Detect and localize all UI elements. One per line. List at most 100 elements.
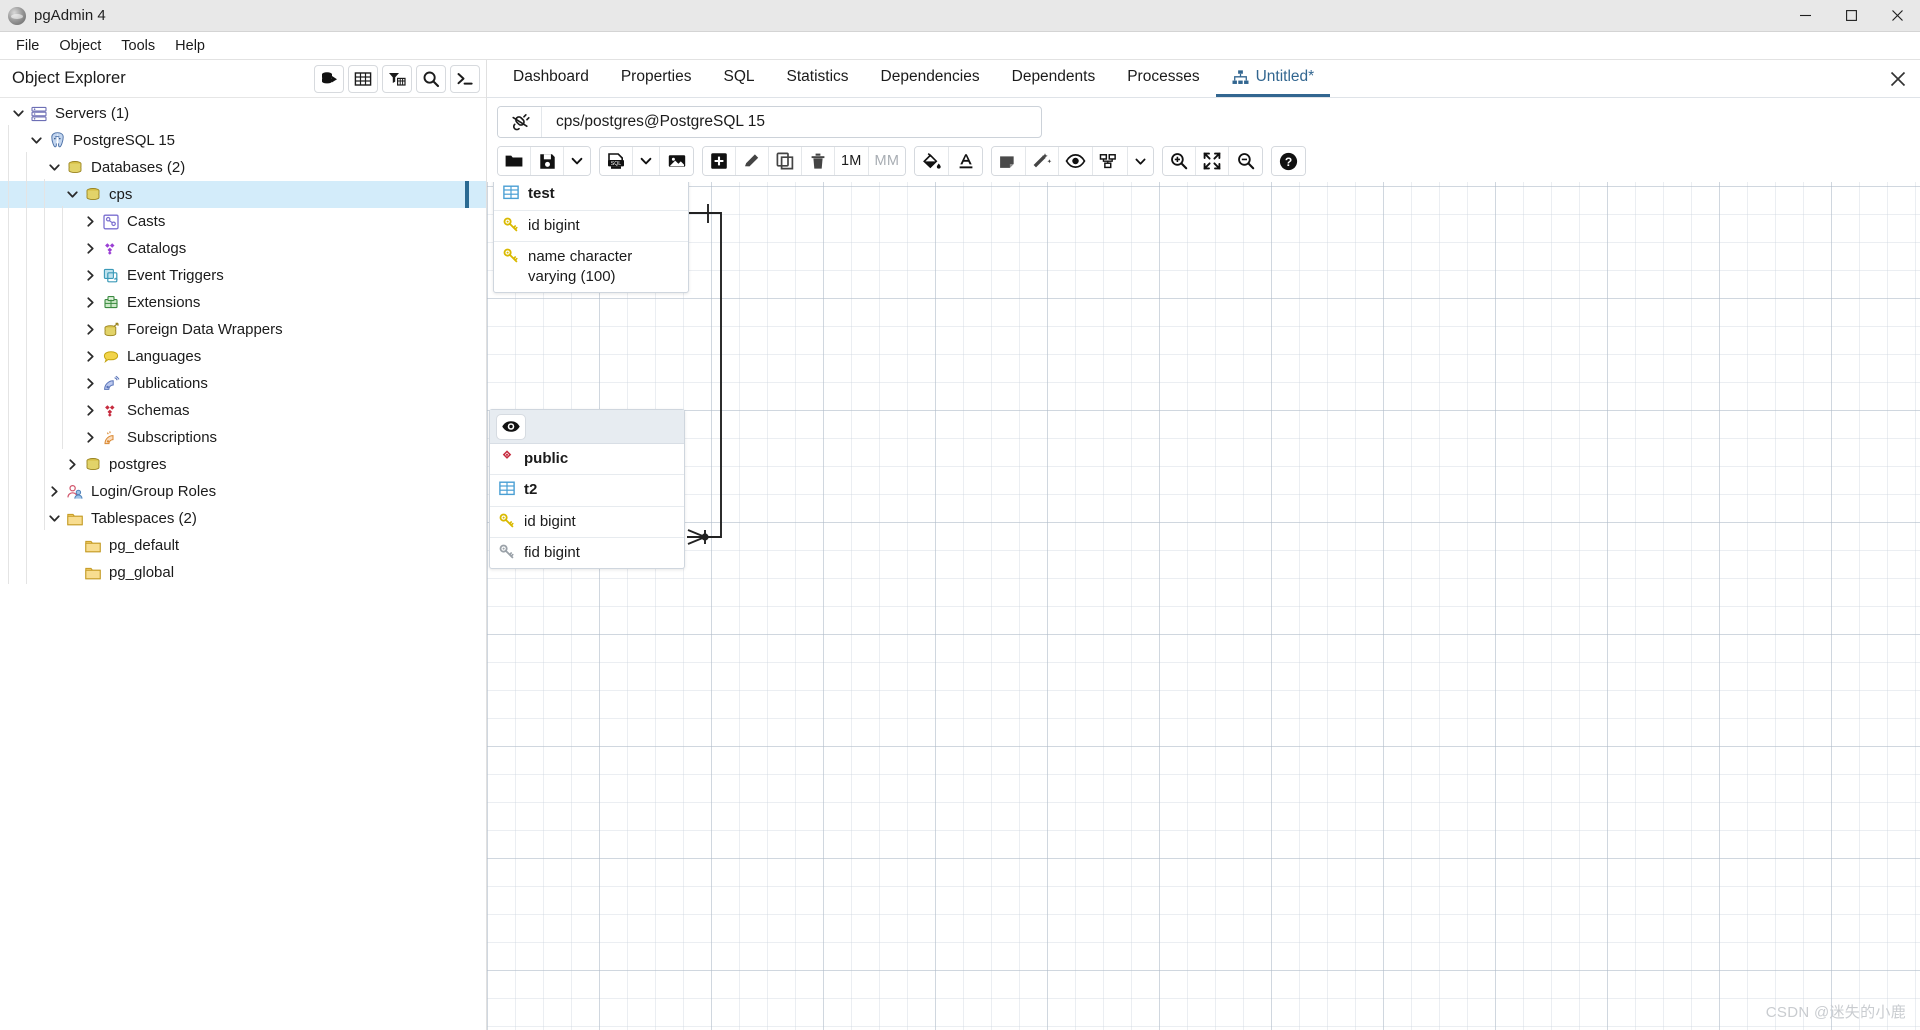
chevron-down-icon[interactable] xyxy=(62,188,82,201)
tree-item-subscriptions[interactable]: Subscriptions xyxy=(0,424,486,451)
table-icon xyxy=(498,480,516,496)
download-image-button[interactable] xyxy=(660,147,693,175)
primary-key-icon xyxy=(502,247,520,264)
text-color-button[interactable] xyxy=(949,147,983,175)
svg-text:SQL: SQL xyxy=(611,161,621,167)
chevron-right-icon[interactable] xyxy=(80,377,100,390)
eye-icon[interactable] xyxy=(496,413,526,440)
filter-icon[interactable] xyxy=(382,64,412,93)
tree-item-postgresql-15[interactable]: PostgreSQL 15 xyxy=(0,127,486,154)
tree-item-casts[interactable]: Casts xyxy=(0,208,486,235)
clone-table-button[interactable] xyxy=(769,147,802,175)
chevron-right-icon[interactable] xyxy=(44,485,64,498)
erd-relationship-layer xyxy=(687,204,722,545)
schema-icon xyxy=(498,449,516,466)
object-explorer-header: Object Explorer xyxy=(0,60,486,98)
close-icon[interactable] xyxy=(1874,0,1920,31)
edit-table-button[interactable] xyxy=(736,147,769,175)
chevron-right-icon[interactable] xyxy=(80,242,100,255)
chevron-right-icon[interactable] xyxy=(80,323,100,336)
erd-connection-field[interactable]: cps/postgres@PostgreSQL 15 xyxy=(497,106,1042,138)
menu-item-tools[interactable]: Tools xyxy=(111,35,165,57)
chevron-right-icon[interactable] xyxy=(62,458,82,471)
note-icon[interactable] xyxy=(992,147,1027,175)
menu-item-help[interactable]: Help xyxy=(165,35,215,57)
help-icon[interactable]: ? xyxy=(1272,147,1306,175)
object-explorer-tree[interactable]: Servers (1) PostgreSQL 15 Databases (2) … xyxy=(0,98,486,1030)
tablespace-icon xyxy=(82,564,104,582)
tree-item-label: Casts xyxy=(127,213,166,230)
fill-color-button[interactable] xyxy=(915,147,950,175)
chevron-right-icon[interactable] xyxy=(80,269,100,282)
tab-dependencies[interactable]: Dependencies xyxy=(865,60,996,97)
chevron-right-icon[interactable] xyxy=(80,431,100,444)
zoom-out-icon[interactable] xyxy=(1229,147,1263,175)
chevron-down-icon[interactable] xyxy=(44,512,64,525)
tree-item-servers-1[interactable]: Servers (1) xyxy=(0,100,486,127)
eye-icon[interactable] xyxy=(1059,147,1094,175)
close-icon[interactable] xyxy=(1876,60,1920,97)
tab-statistics[interactable]: Statistics xyxy=(771,60,865,97)
chevron-right-icon[interactable] xyxy=(80,404,100,417)
tab-dependents[interactable]: Dependents xyxy=(996,60,1112,97)
tab-processes[interactable]: Processes xyxy=(1111,60,1215,97)
erd-canvas[interactable]: CSDN @迷失的小鹿 public test id bigint name c… xyxy=(487,182,1920,1030)
terminal-icon[interactable] xyxy=(450,64,480,93)
foreign-key-icon xyxy=(498,543,516,560)
search-icon[interactable] xyxy=(416,64,446,93)
hierarchy-menu-button[interactable] xyxy=(1128,147,1154,175)
tree-item-publications[interactable]: Publications xyxy=(0,370,486,397)
maximize-icon[interactable] xyxy=(1828,0,1874,31)
grid-view-icon[interactable] xyxy=(348,64,378,93)
fullscreen-icon[interactable] xyxy=(1196,147,1230,175)
chevron-right-icon[interactable] xyxy=(80,296,100,309)
tab-dashboard[interactable]: Dashboard xyxy=(497,60,605,97)
drop-table-button[interactable] xyxy=(802,147,835,175)
table-node-column-label: fid bigint xyxy=(524,543,580,561)
tree-item-schemas[interactable]: Schemas xyxy=(0,397,486,424)
tab-properties[interactable]: Properties xyxy=(605,60,708,97)
chevron-down-icon[interactable] xyxy=(26,134,46,147)
tree-item-databases-2[interactable]: Databases (2) xyxy=(0,154,486,181)
tree-item-postgres[interactable]: postgres xyxy=(0,451,486,478)
minimize-icon[interactable] xyxy=(1782,0,1828,31)
many-to-many-button[interactable]: MM xyxy=(868,147,906,175)
table-node-test[interactable]: public test id bigint name character var… xyxy=(493,182,689,294)
open-file-button[interactable] xyxy=(498,147,531,175)
tree-item-label: Event Triggers xyxy=(127,267,224,284)
menu-item-file[interactable]: File xyxy=(6,35,49,57)
tree-item-cps[interactable]: cps xyxy=(0,181,486,208)
generate-sql-menu-button[interactable] xyxy=(633,147,660,175)
menu-item-object[interactable]: Object xyxy=(49,35,111,57)
zoom-in-icon[interactable] xyxy=(1163,147,1197,175)
tree-item-event-triggers[interactable]: Event Triggers xyxy=(0,262,486,289)
tree-item-extensions[interactable]: Extensions xyxy=(0,289,486,316)
erd-toolbar-group-view xyxy=(991,146,1155,176)
tree-item-tablespaces-2[interactable]: Tablespaces (2) xyxy=(0,505,486,532)
table-node-t2[interactable]: public t2 id bigint fid bigint xyxy=(489,409,685,569)
generate-sql-button[interactable]: SQL xyxy=(600,147,633,175)
database-icon xyxy=(82,456,104,474)
add-table-button[interactable] xyxy=(703,147,736,175)
one-to-many-button[interactable]: 1M xyxy=(835,147,869,175)
catalogs-icon xyxy=(100,240,122,258)
chevron-down-icon[interactable] xyxy=(44,161,64,174)
tree-item-pg-global[interactable]: pg_global xyxy=(0,559,486,586)
magic-wand-icon[interactable] xyxy=(1026,147,1060,175)
tree-item-login-group-roles[interactable]: Login/Group Roles xyxy=(0,478,486,505)
tab-sql[interactable]: SQL xyxy=(707,60,770,97)
erd-relationship-one-to-many xyxy=(687,204,722,545)
chevron-down-icon[interactable] xyxy=(8,107,28,120)
hierarchy-icon[interactable] xyxy=(1093,147,1129,175)
object-explorer-collapse-icon[interactable] xyxy=(314,64,344,93)
chevron-right-icon[interactable] xyxy=(80,215,100,228)
tree-item-pg-default[interactable]: pg_default xyxy=(0,532,486,559)
fdw-icon xyxy=(100,321,122,339)
tree-item-languages[interactable]: Languages xyxy=(0,343,486,370)
tab-untitled[interactable]: Untitled* xyxy=(1215,60,1331,97)
tree-item-catalogs[interactable]: Catalogs xyxy=(0,235,486,262)
save-button[interactable] xyxy=(531,147,564,175)
tree-item-foreign-data-wrappers[interactable]: Foreign Data Wrappers xyxy=(0,316,486,343)
chevron-right-icon[interactable] xyxy=(80,350,100,363)
save-menu-button[interactable] xyxy=(564,147,590,175)
